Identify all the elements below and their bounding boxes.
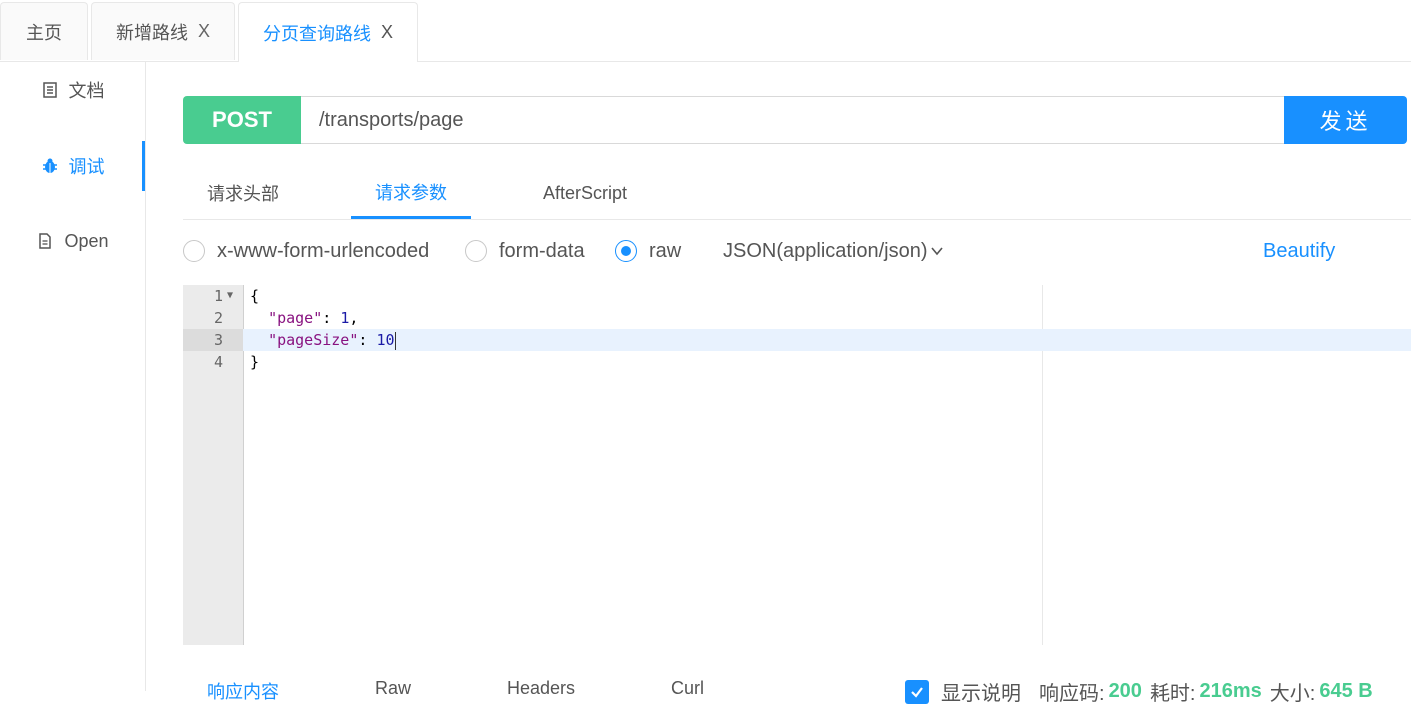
content-type-label: JSON(application/json) bbox=[723, 239, 928, 262]
request-bar: POST /transports/page 发送 bbox=[183, 96, 1407, 144]
sidebar-item-docs[interactable]: 文档 bbox=[0, 65, 145, 115]
editor-line: 1 ▼ { bbox=[183, 285, 1411, 307]
json-tail: , bbox=[349, 309, 359, 327]
sidebar-item-label: Open bbox=[64, 230, 109, 251]
request-tabs: 请求头部 请求参数 AfterScript bbox=[183, 167, 1411, 220]
json-value: 1 bbox=[340, 309, 350, 327]
radio-label: x-www-form-urlencoded bbox=[217, 239, 430, 262]
tab-page-query-route[interactable]: 分页查询路线 X bbox=[238, 2, 418, 62]
radio-urlencoded[interactable]: x-www-form-urlencoded bbox=[183, 232, 429, 270]
line-number: 3 bbox=[183, 329, 243, 351]
editor-line-active: 3 "pageSize": 10 bbox=[183, 329, 1411, 351]
line-number: 4 bbox=[213, 353, 223, 371]
file-icon bbox=[36, 232, 54, 250]
tab-response-content[interactable]: 响应内容 bbox=[207, 678, 279, 704]
show-desc-checkbox[interactable] bbox=[905, 679, 929, 704]
line-code: } bbox=[250, 353, 260, 371]
radio-raw[interactable]: raw bbox=[615, 232, 681, 270]
tab-home[interactable]: 主页 bbox=[0, 2, 88, 60]
response-bar: 响应内容 Raw Headers Curl 显示说明 响应码: 200 耗时: … bbox=[183, 672, 1411, 705]
sidebar-item-label: 调试 bbox=[68, 157, 105, 177]
tab-label: 主页 bbox=[26, 22, 62, 43]
sidebar-item-debug[interactable]: 调试 bbox=[0, 141, 145, 191]
method-badge[interactable]: POST bbox=[183, 96, 301, 144]
line-number: 1 bbox=[213, 287, 223, 305]
json-sep: : bbox=[358, 331, 377, 349]
response-status: 显示说明 响应码: 200 耗时: 216ms 大小: 645 B bbox=[905, 677, 1373, 706]
tab-bar: 主页 新增路线 X 分页查询路线 X bbox=[0, 0, 1411, 62]
code-editor[interactable]: 1 ▼ { 2 "page": 1, 3 "pageSize": 10 4 } bbox=[183, 285, 1411, 645]
tab-response-raw[interactable]: Raw bbox=[375, 678, 411, 699]
content-type-select[interactable]: JSON(application/json) bbox=[723, 232, 944, 270]
radio-form-data[interactable]: form-data bbox=[465, 232, 585, 270]
tab-label: 新增路线 bbox=[115, 22, 188, 43]
sidebar-item-open[interactable]: Open bbox=[0, 216, 145, 266]
time-label: 耗时: bbox=[1149, 683, 1196, 705]
tab-request-params[interactable]: 请求参数 bbox=[351, 167, 471, 219]
editor-line: 4 } bbox=[183, 351, 1411, 373]
time-value: 216ms bbox=[1199, 680, 1262, 702]
fold-arrow-icon[interactable]: ▼ bbox=[227, 285, 233, 307]
status-code-label: 响应码: bbox=[1039, 683, 1105, 705]
radio-label: raw bbox=[649, 239, 682, 262]
bug-icon bbox=[41, 157, 59, 175]
tab-add-route[interactable]: 新增路线 X bbox=[91, 2, 235, 60]
tab-response-headers[interactable]: Headers bbox=[507, 678, 575, 699]
json-key: "page" bbox=[268, 309, 323, 327]
chevron-down-icon bbox=[930, 244, 944, 258]
radio-label: form-data bbox=[499, 239, 585, 262]
radio-circle[interactable] bbox=[615, 240, 637, 262]
text-cursor bbox=[394, 331, 396, 350]
tab-after-script[interactable]: AfterScript bbox=[525, 167, 645, 219]
close-icon[interactable]: X bbox=[198, 21, 210, 42]
editor-line: 2 "page": 1, bbox=[183, 307, 1411, 329]
beautify-button[interactable]: Beautify bbox=[1263, 232, 1335, 270]
line-code: "page": 1, bbox=[250, 307, 358, 329]
json-sep: : bbox=[322, 309, 341, 327]
sidebar-item-label: 文档 bbox=[68, 81, 105, 101]
body-type-group: x-www-form-urlencoded form-data raw JSON… bbox=[183, 232, 1411, 270]
json-key: "pageSize" bbox=[268, 331, 359, 349]
tab-label: 分页查询路线 bbox=[262, 23, 371, 44]
document-icon bbox=[41, 81, 59, 99]
radio-circle[interactable] bbox=[183, 240, 205, 262]
tab-request-headers[interactable]: 请求头部 bbox=[183, 167, 303, 219]
line-number: 2 bbox=[213, 309, 223, 327]
show-desc-label: 显示说明 bbox=[941, 683, 1021, 705]
sidebar: 文档 调试 Open bbox=[0, 61, 146, 691]
send-button[interactable]: 发送 bbox=[1284, 96, 1407, 144]
size-label: 大小: bbox=[1269, 683, 1316, 705]
close-icon[interactable]: X bbox=[381, 22, 393, 43]
line-code: { bbox=[250, 287, 260, 305]
url-input[interactable]: /transports/page bbox=[301, 96, 1284, 144]
radio-circle[interactable] bbox=[465, 240, 487, 262]
size-value: 645 B bbox=[1319, 680, 1373, 702]
status-code-value: 200 bbox=[1108, 680, 1142, 702]
tab-response-curl[interactable]: Curl bbox=[671, 678, 704, 699]
check-icon bbox=[911, 686, 923, 698]
line-code: "pageSize": 10 bbox=[250, 329, 396, 351]
json-value: 10 bbox=[376, 331, 395, 349]
